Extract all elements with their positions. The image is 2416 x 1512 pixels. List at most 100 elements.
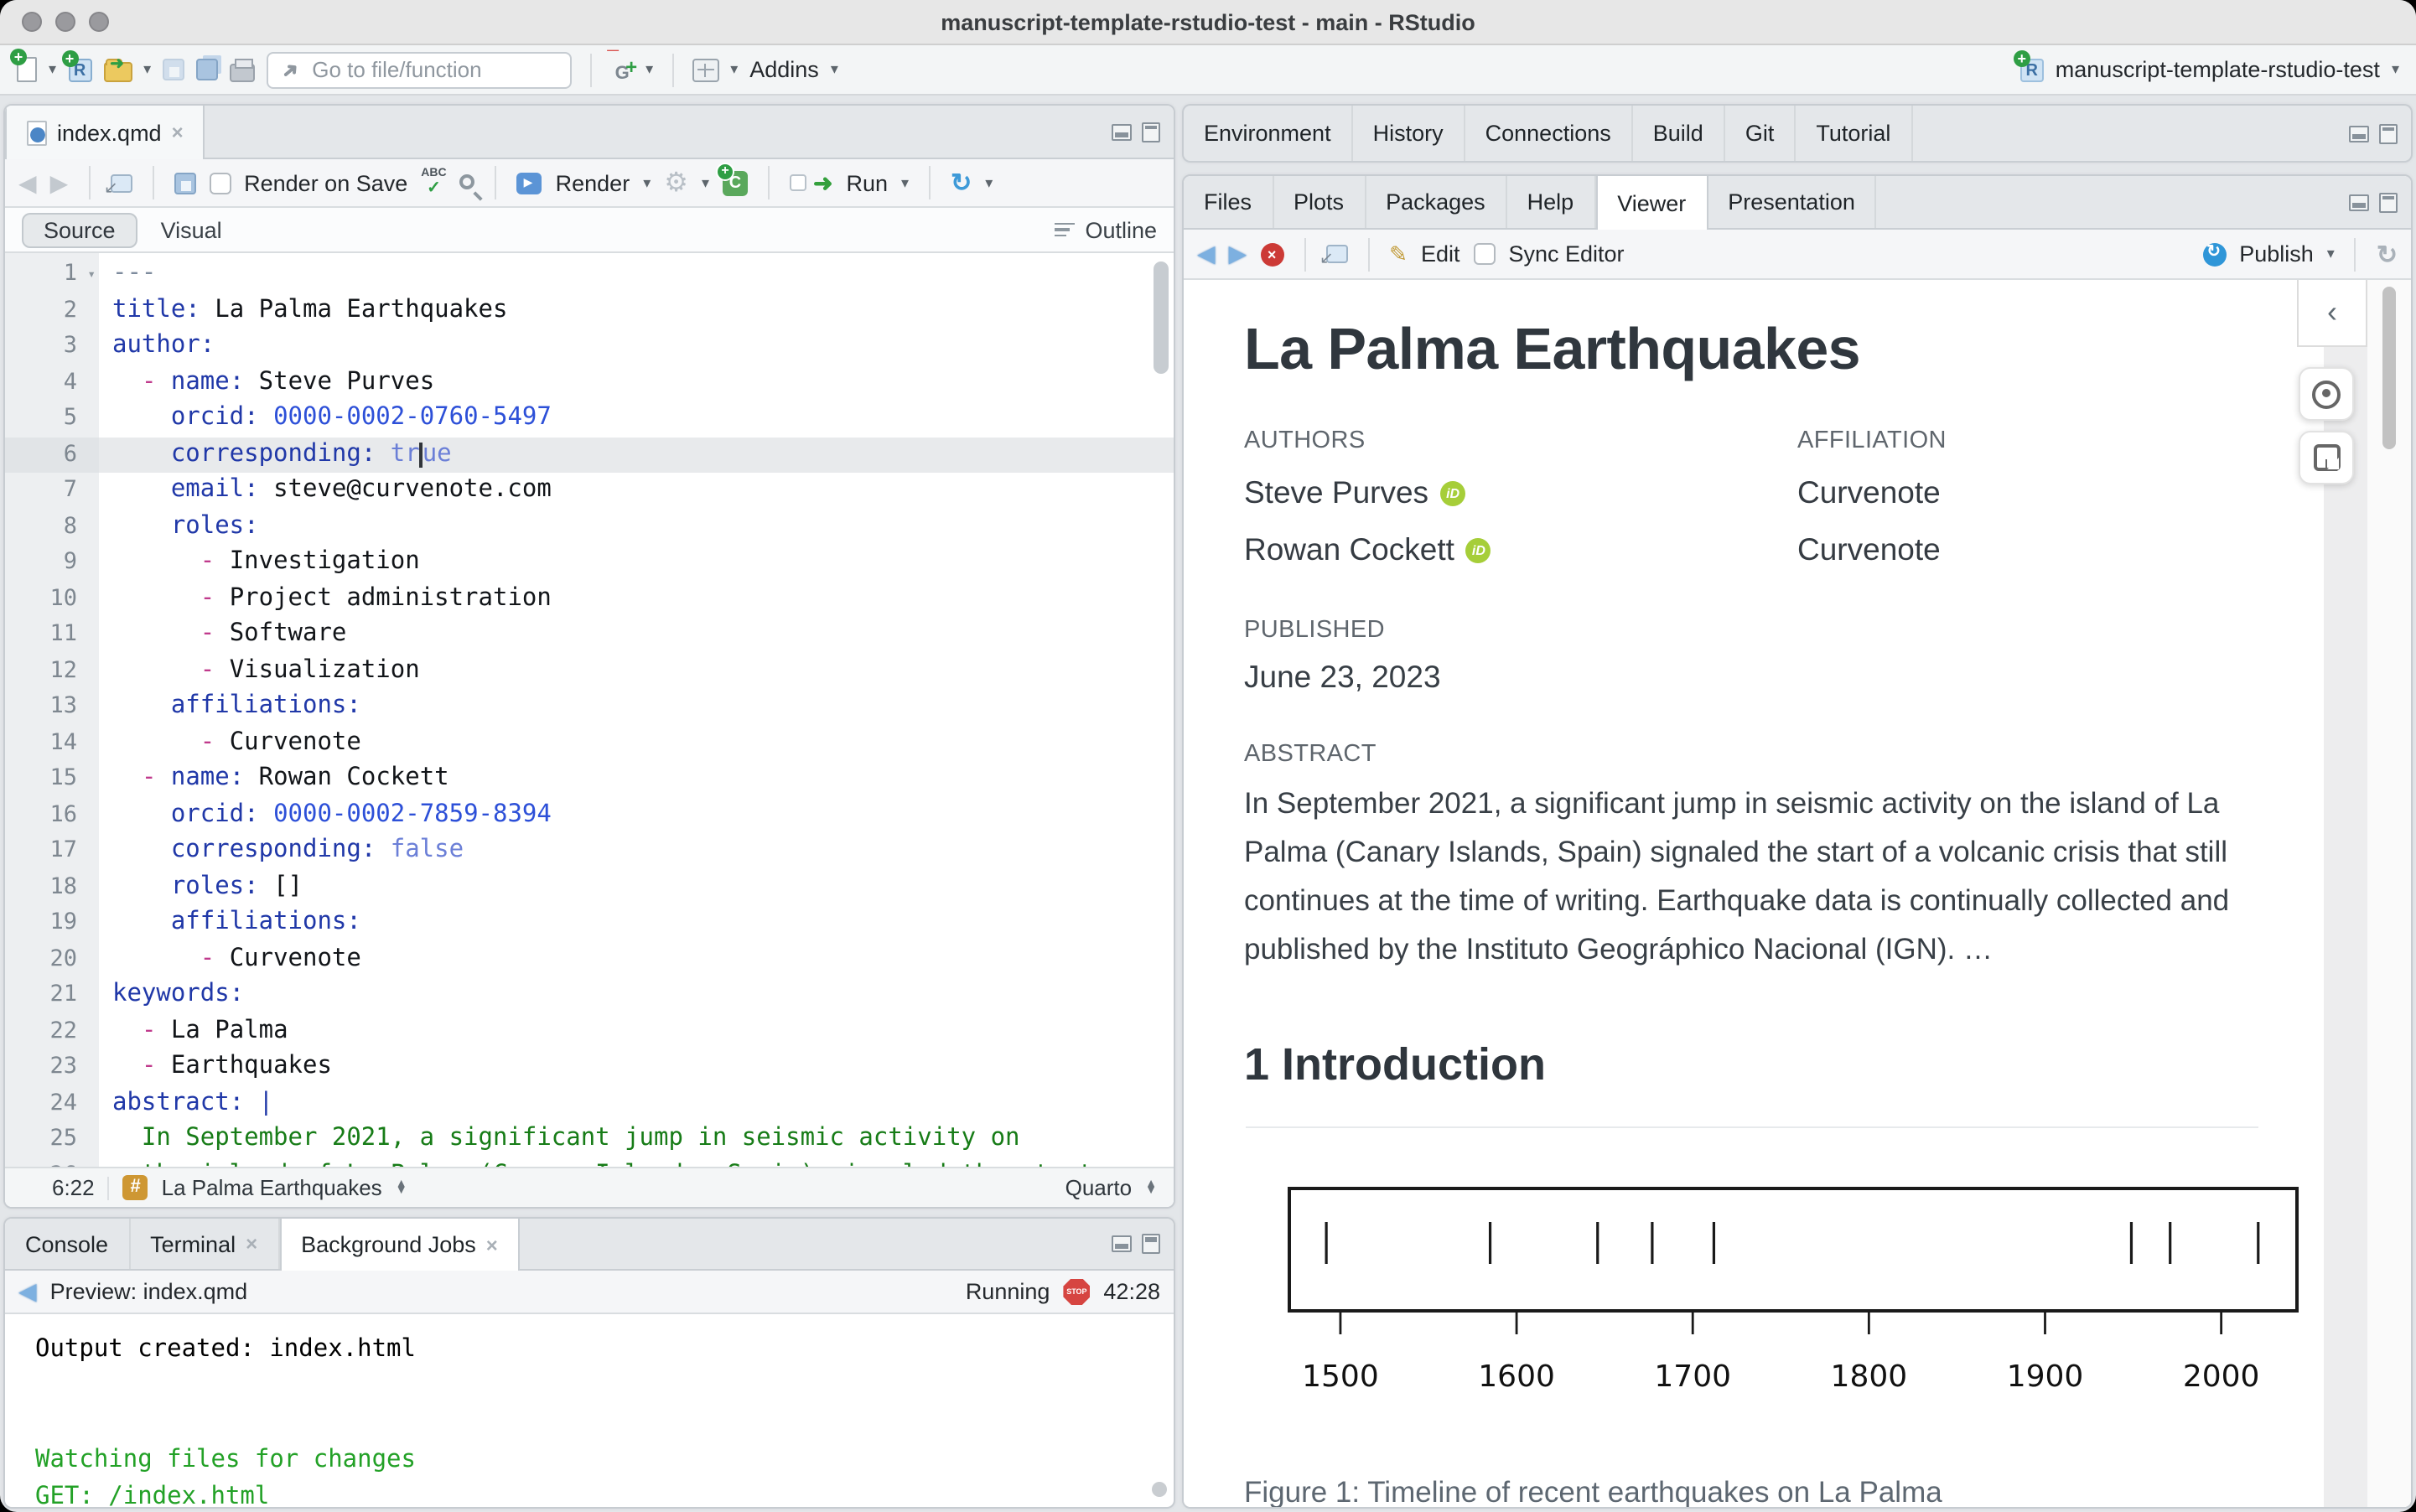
close-icon[interactable]: × bbox=[172, 121, 184, 144]
minimize-window-button[interactable] bbox=[55, 12, 75, 32]
render-icon[interactable] bbox=[516, 172, 542, 194]
code-line[interactable]: 12 - Visualization bbox=[5, 653, 1174, 689]
code-line[interactable]: 20 - Curvenote bbox=[5, 941, 1174, 977]
save-icon[interactable] bbox=[174, 172, 196, 194]
spellcheck-icon[interactable]: ABC ✓ bbox=[421, 168, 446, 197]
search-icon[interactable] bbox=[459, 173, 475, 189]
back-icon[interactable]: ◀ bbox=[18, 1277, 37, 1306]
preview-visibility-button[interactable] bbox=[2299, 367, 2354, 421]
tab-git[interactable]: Git bbox=[1725, 106, 1796, 161]
code-line[interactable]: 7 email: steve@curvenote.com bbox=[5, 473, 1174, 509]
code-line[interactable]: 15 - name: Rowan Cockett bbox=[5, 761, 1174, 797]
maximize-pane-icon[interactable] bbox=[1142, 1234, 1160, 1254]
back-icon[interactable]: ◀ bbox=[1197, 240, 1216, 268]
visual-mode-button[interactable]: Visual bbox=[137, 214, 246, 246]
code-line[interactable]: 5 orcid: 0000-0002-0760-5497 bbox=[5, 401, 1174, 437]
chevron-down-icon[interactable]: ▾ bbox=[985, 174, 993, 190]
maximize-pane-icon[interactable] bbox=[2379, 192, 2398, 212]
tab-tutorial[interactable]: Tutorial bbox=[1796, 106, 1913, 161]
edit-label[interactable]: Edit bbox=[1421, 241, 1460, 267]
code-line[interactable]: 14 - Curvenote bbox=[5, 725, 1174, 761]
tab-build[interactable]: Build bbox=[1633, 106, 1725, 161]
tab-environment[interactable]: Environment bbox=[1184, 106, 1353, 161]
chevron-down-icon[interactable]: ▾ bbox=[730, 61, 738, 77]
tab-help[interactable]: Help bbox=[1507, 176, 1596, 228]
stop-icon[interactable]: STOP bbox=[1063, 1278, 1091, 1305]
clear-viewer-icon[interactable]: × bbox=[1260, 242, 1284, 266]
goto-file-input[interactable] bbox=[308, 55, 557, 84]
publish-icon[interactable] bbox=[2202, 242, 2227, 266]
updown-icon[interactable]: ▲ ▼ bbox=[396, 1178, 407, 1196]
chevron-down-icon[interactable]: ▾ bbox=[2327, 246, 2335, 261]
tab-index-qmd[interactable]: index.qmd × bbox=[5, 106, 205, 159]
code-line[interactable]: 13 affiliations: bbox=[5, 689, 1174, 725]
code-line[interactable]: 22 - La Palma bbox=[5, 1013, 1174, 1049]
render-on-save-checkbox[interactable] bbox=[209, 172, 231, 194]
close-icon[interactable]: × bbox=[246, 1232, 257, 1256]
code-line[interactable]: 1 ▾ --- bbox=[5, 256, 1174, 293]
source-rerun-icon[interactable]: ↻ bbox=[951, 168, 972, 198]
edit-pencil-icon[interactable]: ✎ bbox=[1389, 241, 1408, 267]
code-line[interactable]: 19 affiliations: bbox=[5, 905, 1174, 941]
orcid-icon[interactable]: iD bbox=[1465, 537, 1491, 562]
source-mode-button[interactable]: Source bbox=[22, 212, 137, 247]
minimize-pane-icon[interactable] bbox=[2349, 125, 2369, 142]
minimize-pane-icon[interactable] bbox=[2349, 194, 2369, 210]
code-line[interactable]: 6 corresponding: tr ue bbox=[5, 437, 1174, 473]
tab-history[interactable]: History bbox=[1353, 106, 1465, 161]
tab-packages[interactable]: Packages bbox=[1366, 176, 1507, 228]
project-menu-button[interactable]: R manuscript-template-rstudio-test ▾ bbox=[2013, 49, 2399, 82]
minimize-pane-icon[interactable] bbox=[1112, 123, 1132, 140]
code-line[interactable]: 21 keywords: bbox=[5, 977, 1174, 1013]
code-line[interactable]: 11 - Software bbox=[5, 617, 1174, 653]
editor-scrollbar[interactable] bbox=[1154, 261, 1169, 374]
tab-viewer[interactable]: Viewer bbox=[1595, 176, 1708, 230]
tab-console[interactable]: Console bbox=[5, 1219, 131, 1269]
forward-icon[interactable]: ▶ bbox=[50, 168, 69, 197]
pane-layout-button[interactable]: ▾ bbox=[692, 58, 738, 81]
console-scrollbar[interactable] bbox=[1152, 1482, 1167, 1497]
code-line[interactable]: 10 - Project administration bbox=[5, 581, 1174, 617]
chevron-down-icon[interactable]: ▾ bbox=[645, 61, 653, 77]
open-in-new-window-icon[interactable] bbox=[110, 173, 132, 192]
forward-icon[interactable]: ▶ bbox=[1229, 240, 1247, 268]
open-file-button[interactable]: ▾ bbox=[103, 57, 151, 82]
chevron-down-icon[interactable]: ▾ bbox=[901, 174, 909, 190]
minimize-pane-icon[interactable] bbox=[1112, 1235, 1132, 1252]
chevron-down-icon[interactable]: ▾ bbox=[143, 61, 151, 77]
maximize-pane-icon[interactable] bbox=[1142, 122, 1160, 142]
console-output[interactable]: Output created: index.html Watching file… bbox=[5, 1314, 1174, 1507]
chevron-down-icon[interactable]: ▾ bbox=[702, 174, 709, 190]
run-label[interactable]: Run bbox=[846, 170, 888, 195]
outline-label[interactable]: Outline bbox=[1085, 217, 1157, 242]
tab-terminal[interactable]: Terminal × bbox=[130, 1219, 280, 1269]
open-in-new-window-icon[interactable] bbox=[1325, 245, 1348, 263]
code-line[interactable]: 2 title: La Palma Earthquakes bbox=[5, 293, 1174, 329]
code-line[interactable]: 25 In September 2021, a significant jump… bbox=[5, 1121, 1174, 1157]
publish-label[interactable]: Publish bbox=[2239, 241, 2314, 267]
code-line[interactable]: 24 abstract: | bbox=[5, 1085, 1174, 1121]
close-window-button[interactable] bbox=[22, 12, 42, 32]
fold-arrow-icon[interactable]: ▾ bbox=[87, 256, 96, 293]
chevron-down-icon[interactable]: ▾ bbox=[643, 174, 651, 190]
code-line[interactable]: 16 orcid: 0000-0002-7859-8394 bbox=[5, 797, 1174, 833]
maximize-pane-icon[interactable] bbox=[2379, 123, 2398, 143]
file-type-label[interactable]: Quarto bbox=[1065, 1175, 1133, 1200]
chevron-down-icon[interactable]: ▾ bbox=[49, 61, 56, 77]
back-icon[interactable]: ◀ bbox=[18, 168, 37, 197]
updown-icon[interactable]: ▲ ▼ bbox=[1145, 1178, 1157, 1196]
code-line[interactable]: 18 roles: [] bbox=[5, 869, 1174, 905]
code-line[interactable]: 3 author: bbox=[5, 329, 1174, 365]
code-line[interactable]: 8 roles: bbox=[5, 509, 1174, 545]
viewer-scrollbar[interactable] bbox=[2382, 287, 2396, 449]
tab-files[interactable]: Files bbox=[1184, 176, 1274, 228]
tab-plots[interactable]: Plots bbox=[1273, 176, 1366, 228]
tab-background-jobs[interactable]: Background Jobs × bbox=[279, 1219, 520, 1271]
run-arrow-icon[interactable]: ➜ bbox=[813, 168, 832, 197]
version-control-button[interactable]: G ▾ bbox=[607, 35, 653, 84]
close-icon[interactable]: × bbox=[486, 1233, 498, 1256]
annotation-note-button[interactable] bbox=[2299, 431, 2354, 484]
code-line[interactable]: 4 - name: Steve Purves bbox=[5, 365, 1174, 401]
tab-connections[interactable]: Connections bbox=[1465, 106, 1633, 161]
collapse-sidebar-button[interactable]: ‹ bbox=[2297, 280, 2367, 347]
